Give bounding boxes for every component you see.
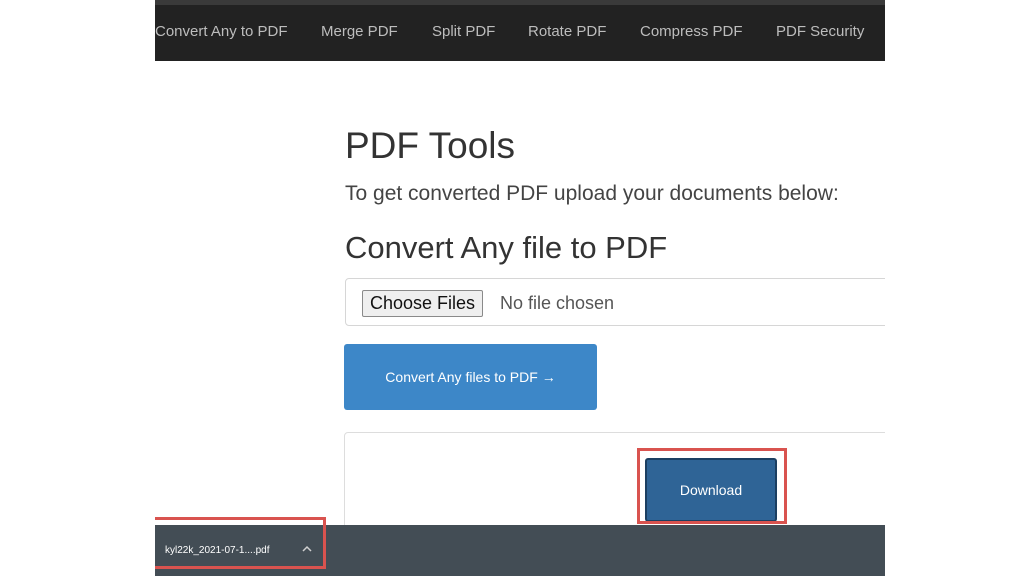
choose-files-button[interactable]: Choose Files bbox=[362, 290, 484, 317]
page-subtitle: To get converted PDF upload your documen… bbox=[345, 182, 839, 205]
chevron-up-icon[interactable] bbox=[301, 544, 313, 554]
nav-merge-pdf[interactable]: Merge PDF bbox=[321, 23, 398, 40]
downloaded-file-item[interactable]: kyl22k_2021-07-1....pdf bbox=[155, 525, 325, 576]
convert-to-pdf-button[interactable]: Convert Any files to PDF → bbox=[344, 344, 597, 410]
page-title: PDF Tools bbox=[345, 125, 515, 166]
browser-viewport: Convert Any to PDF Merge PDF Split PDF R… bbox=[155, 0, 885, 576]
file-status-text: No file chosen bbox=[500, 293, 615, 313]
download-button[interactable]: Download bbox=[645, 458, 777, 522]
nav-compress-pdf[interactable]: Compress PDF bbox=[640, 23, 743, 40]
file-upload-field: Choose Files No file chosen bbox=[345, 278, 885, 326]
top-navbar: Convert Any to PDF Merge PDF Split PDF R… bbox=[155, 0, 885, 61]
nav-pdf-security[interactable]: PDF Security bbox=[776, 23, 864, 40]
nav-split-pdf[interactable]: Split PDF bbox=[432, 23, 495, 40]
section-heading: Convert Any file to PDF bbox=[345, 230, 668, 265]
nav-convert-any-to-pdf[interactable]: Convert Any to PDF bbox=[155, 23, 288, 40]
nav-rotate-pdf[interactable]: Rotate PDF bbox=[528, 23, 606, 40]
browser-download-bar: kyl22k_2021-07-1....pdf bbox=[155, 525, 885, 576]
downloaded-filename: kyl22k_2021-07-1....pdf bbox=[165, 545, 270, 556]
